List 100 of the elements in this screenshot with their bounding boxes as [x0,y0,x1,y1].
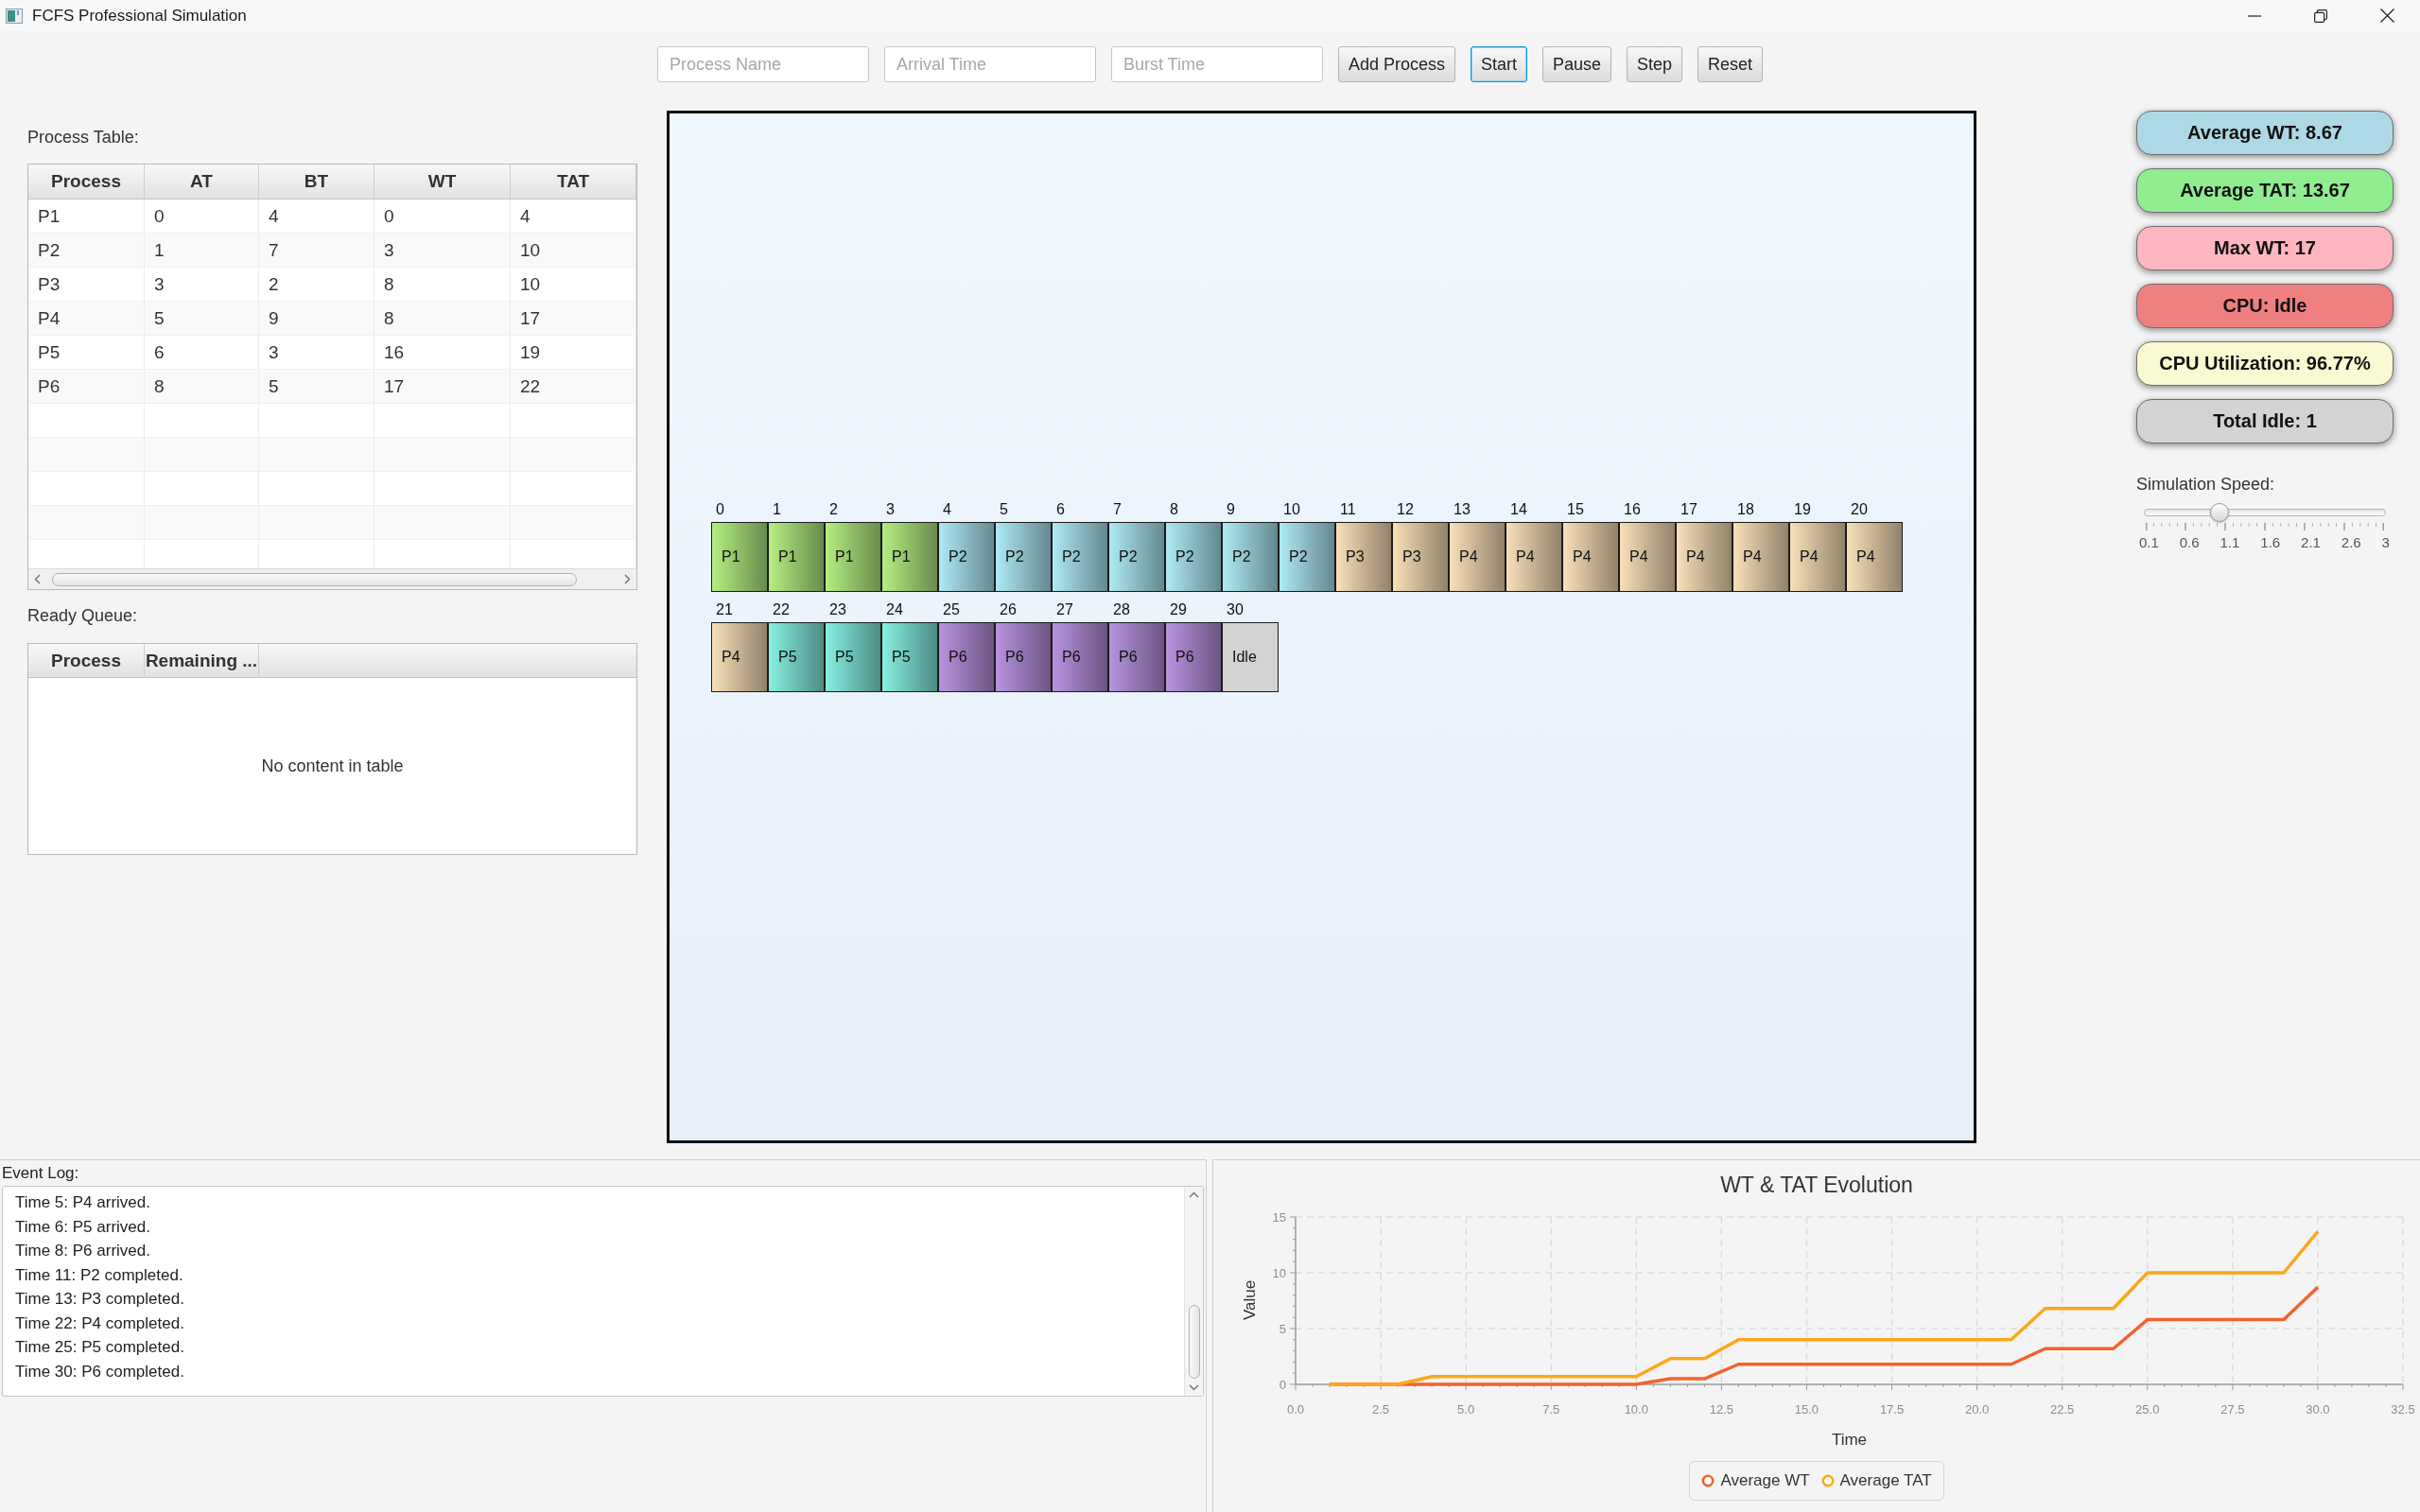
section-label: Ready Queue: [27,605,138,627]
time-label: 18 [1737,500,1754,519]
slider-thumb[interactable] [2209,503,2229,522]
gantt-block: P5 [881,622,938,692]
gantt-block: P4 [1562,522,1619,592]
axis-title: Value [1241,1279,1259,1321]
time-label: 26 [1000,600,1017,619]
axis-tick-label: 0.0 [1286,1402,1305,1416]
close-icon [2379,9,2394,23]
column-header[interactable]: Remaining ... [145,644,259,678]
empty-table-message: No content in table [261,756,404,776]
legend-label: Average WT [1720,1470,1810,1491]
time-label: 21 [716,600,733,619]
log-line: Time 5: P4 arrived. [15,1192,150,1213]
time-label: 25 [943,600,960,619]
gantt-block: P4 [1846,522,1903,592]
gantt-block: P4 [1449,522,1506,592]
scroll-right-icon[interactable] [624,574,631,584]
vertical-scrollbar[interactable] [1184,1187,1203,1396]
log-line: Time 22: P4 completed. [15,1312,184,1334]
app-icon [6,8,23,24]
gantt-block: P4 [1506,522,1562,592]
time-label: 27 [1056,600,1073,619]
column-header[interactable]: TAT [511,165,636,200]
gantt-block: P5 [768,622,825,692]
scroll-left-icon[interactable] [34,574,41,584]
column-header[interactable]: AT [145,165,259,200]
section-label: Simulation Speed: [2136,474,2275,495]
burst-time-field[interactable]: Burst Time [1110,46,1323,82]
gantt-block: P3 [1392,522,1449,592]
scrollbar-thumb[interactable] [1188,1305,1200,1379]
gantt-block: P4 [711,622,768,692]
axis-tick-label: 15 [1272,1210,1286,1225]
slider-tick-label: 1.6 [2260,534,2281,551]
axis-tick-label: 32.5 [2391,1402,2414,1416]
restore-icon [2314,9,2327,23]
gantt-block: P4 [1676,522,1732,592]
stat-card: Average WT: 8.67 [2136,111,2394,155]
time-label: 9 [1227,500,1235,519]
time-label: 4 [943,500,951,519]
process-name-field[interactable]: Process Name [656,46,869,82]
log-line: Time 13: P3 completed. [15,1289,184,1310]
arrival-time-field[interactable]: Arrival Time [883,46,1096,82]
time-label: 6 [1056,500,1065,519]
start-button[interactable]: Start [1470,46,1527,82]
pause-button[interactable]: Pause [1542,46,1612,82]
section-label: Process Table: [27,127,139,148]
gantt-block: P6 [1052,622,1108,692]
time-label: 23 [829,600,846,619]
slider-tick-label: 0.1 [2139,534,2159,551]
scroll-down-icon[interactable] [1189,1384,1199,1391]
slider-tick-label: 1.1 [2220,534,2240,551]
time-label: 2 [829,500,838,519]
axis-tick-label: 25.0 [2135,1402,2160,1416]
window-title: FCFS Professional Simulation [32,6,247,26]
time-label: 10 [1283,500,1300,519]
gantt-block: P3 [1335,522,1392,592]
axis-tick-label: 22.5 [2050,1402,2075,1416]
time-label: 28 [1113,600,1130,619]
column-header[interactable]: WT [374,165,511,200]
stat-card: CPU: Idle [2136,284,2394,328]
column-header[interactable]: BT [259,165,374,200]
stat-card: Total Idle: 1 [2136,399,2394,443]
axis-title: Time [1831,1431,1868,1449]
axis-tick-label: 2.5 [1372,1402,1390,1416]
step-button[interactable]: Step [1627,46,1683,82]
time-label: 24 [886,600,903,619]
time-label: 7 [1113,500,1122,519]
event-log-area[interactable]: Time 5: P4 arrived. Time 6: P5 arrived. Time 8: P6 arrived. Time 11: P2 completed. Time 13: P3 completed. Time 22: P4 completed. Time 25: P5 completed. Time 30: P6 completed. [2,1186,1204,1397]
time-label: 12 [1397,500,1414,519]
axis-tick-label: 20.0 [1964,1402,1990,1416]
add-process-button[interactable]: Add Process [1337,46,1455,82]
column-header[interactable]: Process [28,644,145,678]
gantt-block: Idle [1222,622,1279,692]
scroll-up-icon[interactable] [1189,1191,1199,1198]
axis-tick-label: 17.5 [1879,1402,1905,1416]
log-line: Time 6: P5 arrived. [15,1216,150,1238]
axis-tick-label: 7.5 [1542,1402,1560,1416]
gantt-block: P1 [881,522,938,592]
log-line: Time 30: P6 completed. [15,1361,184,1382]
scrollbar-thumb[interactable] [52,572,577,586]
gantt-block: P2 [1108,522,1165,592]
reset-button[interactable]: Reset [1697,46,1764,82]
gantt-block: P1 [825,522,881,592]
time-label: 3 [886,500,895,519]
stat-card: CPU Utilization: 96.77% [2136,341,2394,386]
gantt-block: P6 [1165,622,1222,692]
gantt-block: P2 [1052,522,1108,592]
time-label: 14 [1510,500,1527,519]
axis-tick-label: 0 [1279,1378,1286,1392]
gantt-block: P2 [1165,522,1222,592]
horizontal-scrollbar[interactable] [28,568,636,589]
log-line: Time 8: P6 arrived. [15,1241,150,1261]
log-line: Time 25: P5 completed. [15,1337,184,1358]
column-header[interactable]: Process [28,165,145,200]
gantt-block: P4 [1789,522,1846,592]
gantt-block: P2 [1279,522,1335,592]
gantt-block: P2 [1222,522,1279,592]
gantt-block: P6 [938,622,995,692]
time-label: 13 [1454,500,1471,519]
